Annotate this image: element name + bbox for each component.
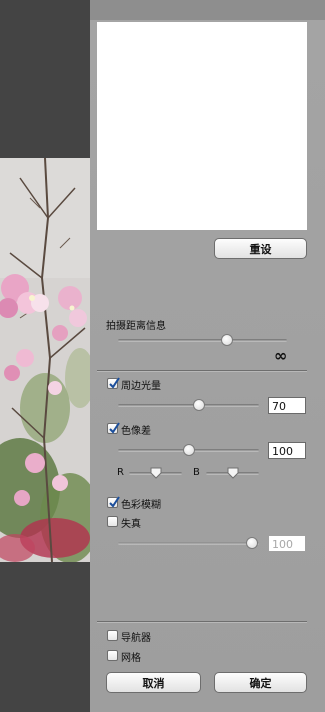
distance-label: 拍摄距离信息 (106, 321, 166, 332)
distortion-label: 失真 (121, 519, 141, 530)
color-blur-checkbox[interactable] (107, 496, 120, 508)
distortion-value-field[interactable]: 100 (268, 535, 306, 552)
vignetting-value-field[interactable]: 70 (268, 397, 306, 414)
reset-button[interactable]: 重设 (214, 238, 307, 259)
chromatic-value-field[interactable]: 100 (268, 442, 306, 459)
chromatic-label: 色像差 (121, 426, 151, 437)
vignetting-checkbox[interactable] (107, 377, 120, 389)
cancel-button[interactable]: 取消 (106, 672, 201, 693)
photo-preview (0, 158, 90, 562)
distortion-slider-track[interactable] (118, 542, 259, 545)
r-slider-knob[interactable] (150, 467, 162, 479)
grid-label: 网格 (121, 653, 141, 664)
navigator-label: 导航器 (121, 633, 151, 644)
b-slider-knob[interactable] (227, 467, 239, 479)
b-label: B (193, 467, 200, 478)
navigator-checkbox[interactable] (107, 630, 118, 641)
vignetting-label: 周边光量 (121, 381, 161, 392)
ok-button[interactable]: 确定 (214, 672, 307, 693)
distortion-slider-knob[interactable] (246, 537, 258, 549)
r-label: R (117, 467, 124, 478)
chromatic-slider-knob[interactable] (183, 444, 195, 456)
vignetting-slider-knob[interactable] (193, 399, 205, 411)
color-blur-label: 色彩模糊 (121, 500, 161, 511)
grid-checkbox[interactable] (107, 650, 118, 661)
distance-slider-knob[interactable] (221, 334, 233, 346)
infinity-symbol: ∞ (274, 346, 288, 365)
lens-preview-box (97, 22, 307, 230)
separator (97, 370, 307, 372)
distance-slider-track[interactable] (118, 339, 287, 342)
vignetting-slider-track[interactable] (118, 404, 259, 407)
distortion-checkbox[interactable] (107, 516, 118, 527)
top-strip (90, 0, 325, 20)
chromatic-checkbox[interactable] (107, 422, 120, 434)
separator-bottom (97, 621, 307, 623)
